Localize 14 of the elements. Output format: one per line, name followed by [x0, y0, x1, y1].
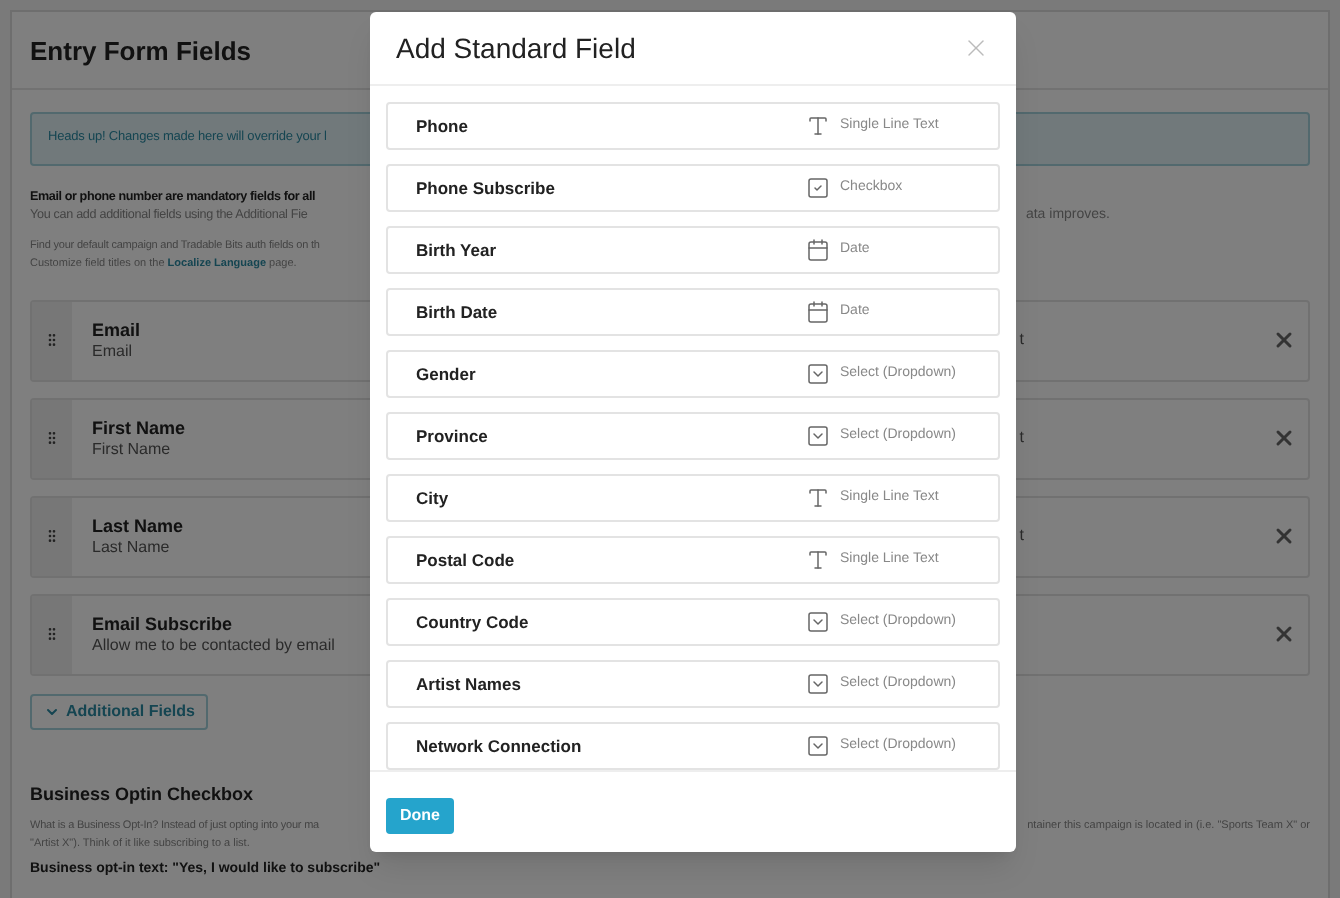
field-label: Email Subscribe [92, 613, 235, 637]
field-type-text: t [1019, 328, 1024, 353]
field-type-text: t [1019, 426, 1024, 451]
field-sublabel: First Name [92, 440, 173, 461]
modal-title: Add Standard Field [396, 29, 636, 67]
page-title: Entry Form Fields [30, 34, 252, 70]
field-label: First Name [92, 417, 186, 441]
field-label: Last Name [92, 515, 184, 539]
field-sublabel: Email [92, 342, 135, 363]
field-label: Email [92, 319, 141, 343]
field-sublabel: Last Name [92, 538, 172, 559]
field-sublabel: Allow me to be contacted by email [92, 636, 335, 657]
section-title: Business Optin Checkbox [30, 781, 254, 808]
field-type-text: t [1019, 524, 1024, 549]
